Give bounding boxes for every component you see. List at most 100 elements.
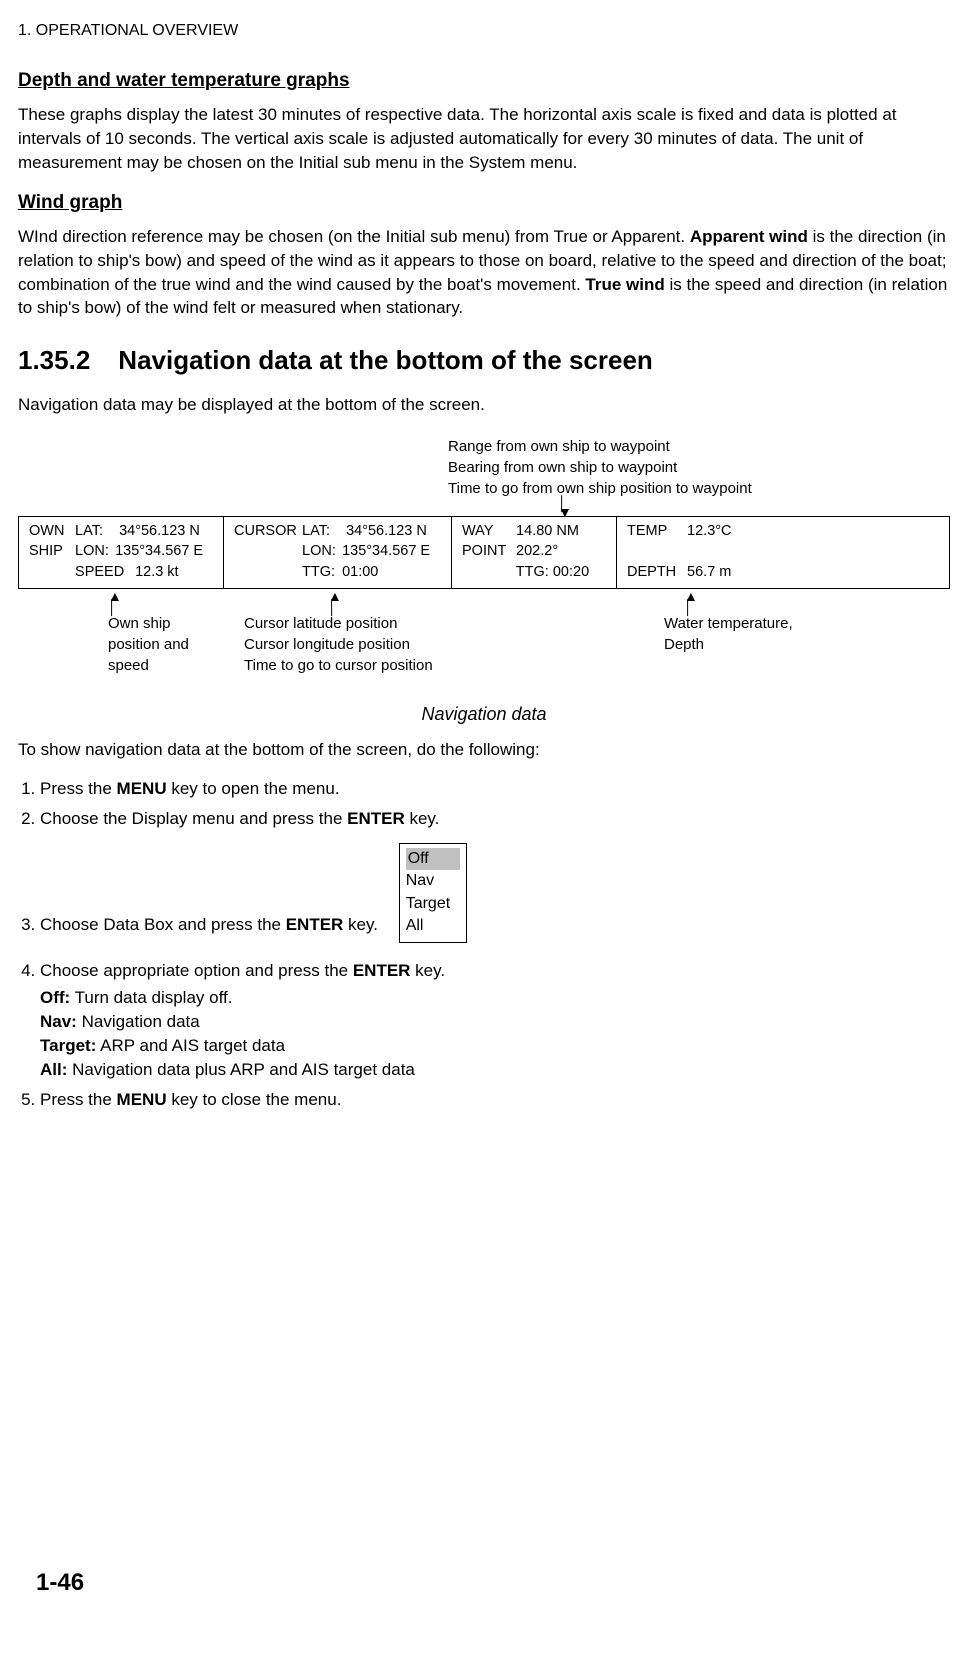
- option-desc: Off: Turn data display off.: [40, 986, 950, 1010]
- text: Press the: [40, 779, 117, 798]
- list-item: Choose Data Box and press the ENTER key.…: [40, 837, 950, 953]
- menu-option-selected: Off: [406, 848, 460, 870]
- label: WAY: [462, 521, 512, 541]
- list-item: Choose the Display menu and press the EN…: [40, 807, 950, 831]
- arrow-up-icon: ▲│: [108, 591, 238, 613]
- key-name: MENU: [117, 1090, 167, 1109]
- menu-box: Off Nav Target All: [399, 843, 467, 943]
- body-text: To show navigation data at the bottom of…: [18, 738, 950, 762]
- text: Choose Data Box and press the: [40, 915, 286, 934]
- annotation-line: Cursor latitude position: [244, 613, 484, 634]
- option-desc: Target: ARP and AIS target data: [40, 1034, 950, 1058]
- text: key to close the menu.: [167, 1090, 342, 1109]
- annotation-line: Range from own ship to waypoint: [448, 436, 950, 457]
- list-item: Press the MENU key to open the menu.: [40, 777, 950, 801]
- opt-name: Off:: [40, 988, 70, 1007]
- body-text: Navigation data may be displayed at the …: [18, 393, 950, 417]
- value: 00:20: [553, 564, 589, 580]
- annotation-temp-depth: ▲│ Water temperature, Depth: [664, 591, 793, 676]
- temp-depth-cell: TEMP 12.3°C DEPTH 56.7 m: [617, 517, 949, 588]
- cursor-cell: CURSOR LAT: 34°56.123 N LON: 135°34.567 …: [224, 517, 452, 588]
- text: Navigation data plus ARP and AIS target …: [67, 1060, 414, 1079]
- arrow-down-icon: │▼: [558, 499, 950, 516]
- text: ARP and AIS target data: [96, 1036, 285, 1055]
- chapter-header: 1. OPERATIONAL OVERVIEW: [18, 20, 950, 42]
- text: Navigation data: [77, 1012, 200, 1031]
- bold-term: True wind: [585, 275, 664, 294]
- annotation-top: Range from own ship to waypoint Bearing …: [448, 436, 950, 499]
- text: key to open the menu.: [167, 779, 340, 798]
- value: 12.3 kt: [135, 564, 179, 580]
- label: OWN: [29, 521, 71, 541]
- value: 135°34.567 E: [342, 543, 430, 559]
- key-name: ENTER: [353, 961, 411, 980]
- text: key.: [405, 809, 440, 828]
- waypoint-cell: WAY 14.80 NM POINT 202.2° TTG: 00:20: [452, 517, 617, 588]
- nav-data-bar: OWN LAT: 34°56.123 N SHIP LON: 135°34.56…: [18, 516, 950, 589]
- page-number: 1-46: [36, 1566, 84, 1600]
- label: SHIP: [29, 541, 71, 561]
- procedure-list: Press the MENU key to open the menu. Cho…: [18, 777, 950, 1111]
- subsection-title: Navigation data at the bottom of the scr…: [118, 345, 653, 375]
- annotation-line: Time to go from own ship position to way…: [448, 478, 950, 499]
- value: 202.2°: [516, 543, 558, 559]
- list-item: Choose appropriate option and press the …: [40, 959, 950, 1082]
- subsection-number: 1.35.2: [18, 342, 90, 378]
- menu-option: Nav: [406, 870, 460, 892]
- label: SPEED: [75, 562, 131, 582]
- annotation-line: Own ship: [108, 613, 238, 634]
- label: TTG:: [302, 562, 338, 582]
- key-name: ENTER: [286, 915, 344, 934]
- value: 56.7 m: [687, 564, 731, 580]
- label: TEMP: [627, 521, 683, 541]
- value: 14.80 NM: [516, 523, 579, 539]
- value: 01:00: [342, 564, 378, 580]
- text: key.: [343, 915, 378, 934]
- value: 34°56.123 N: [346, 523, 427, 539]
- annotation-line: speed: [108, 655, 238, 676]
- annotation-line: position and: [108, 634, 238, 655]
- annotation-bottom-row: ▲│ Own ship position and speed ▲│ Cursor…: [18, 591, 950, 676]
- label: POINT: [462, 541, 512, 561]
- label: DEPTH: [627, 562, 683, 582]
- arrow-up-icon: ▲│: [328, 591, 484, 613]
- label: TTG:: [516, 564, 549, 580]
- bold-term: Apparent wind: [690, 227, 808, 246]
- body-text: WInd direction reference may be chosen (…: [18, 225, 950, 320]
- arrow-up-icon: ▲│: [684, 591, 793, 613]
- text: key.: [410, 961, 445, 980]
- key-name: ENTER: [347, 809, 405, 828]
- text: Turn data display off.: [70, 988, 232, 1007]
- label: LAT:: [302, 521, 342, 541]
- value: 135°34.567 E: [115, 543, 203, 559]
- value: 12.3°C: [687, 523, 732, 539]
- value: 34°56.123 N: [119, 523, 200, 539]
- figure: Range from own ship to waypoint Bearing …: [18, 436, 950, 727]
- opt-name: Target:: [40, 1036, 96, 1055]
- option-desc: Nav: Navigation data: [40, 1010, 950, 1034]
- menu-option: Target: [406, 893, 460, 915]
- annotation-line: Time to go to cursor position: [244, 655, 484, 676]
- body-text: These graphs display the latest 30 minut…: [18, 103, 950, 174]
- label: LON:: [302, 541, 338, 561]
- label: LON:: [75, 541, 111, 561]
- annotation-line: Depth: [664, 634, 793, 655]
- figure-caption: Navigation data: [18, 702, 950, 727]
- annotation-line: Bearing from own ship to waypoint: [448, 457, 950, 478]
- list-item: Press the MENU key to close the menu.: [40, 1088, 950, 1112]
- option-descriptions: Off: Turn data display off. Nav: Navigat…: [40, 986, 950, 1081]
- annotation-own: ▲│ Own ship position and speed: [108, 591, 238, 676]
- menu-option: All: [406, 915, 460, 937]
- annotation-cursor: ▲│ Cursor latitude position Cursor longi…: [244, 591, 484, 676]
- text: Press the: [40, 1090, 117, 1109]
- annotation-line: Cursor longitude position: [244, 634, 484, 655]
- section-heading-wind: Wind graph: [18, 190, 950, 217]
- label: CURSOR: [234, 521, 298, 541]
- subsection-heading: 1.35.2 Navigation data at the bottom of t…: [18, 342, 950, 378]
- label: LAT:: [75, 521, 115, 541]
- text: WInd direction reference may be chosen (…: [18, 227, 690, 246]
- section-heading-depth: Depth and water temperature graphs: [18, 68, 950, 95]
- own-ship-cell: OWN LAT: 34°56.123 N SHIP LON: 135°34.56…: [19, 517, 224, 588]
- opt-name: All:: [40, 1060, 67, 1079]
- option-desc: All: Navigation data plus ARP and AIS ta…: [40, 1058, 950, 1082]
